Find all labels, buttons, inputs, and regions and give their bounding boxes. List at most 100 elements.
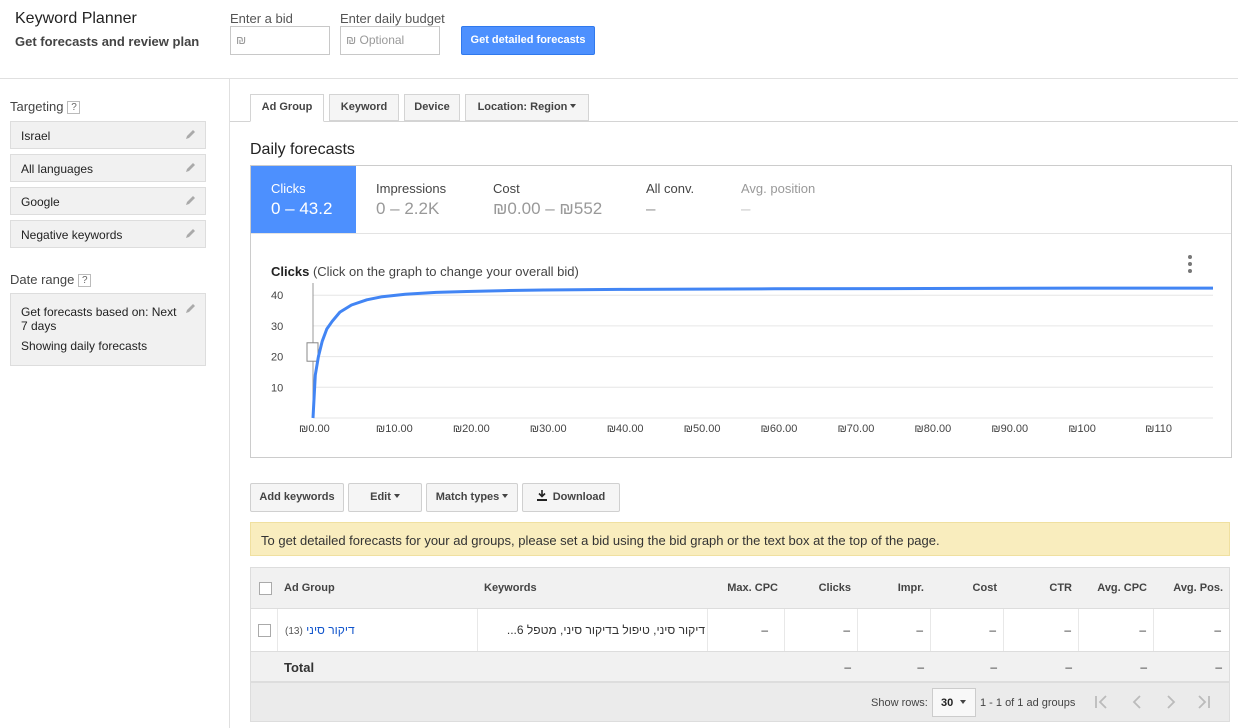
first-page-icon[interactable] (1093, 694, 1109, 710)
targeting-label: Targeting (10, 99, 64, 114)
y-tick-label: 10 (271, 382, 283, 394)
forecast-panel: Clicks 0 – 43.2 Impressions 0 – 2.2K Cos… (250, 165, 1232, 458)
rows-per-page-select[interactable]: 30 (932, 688, 976, 717)
row-checkbox[interactable] (258, 624, 271, 637)
total-avg-cpc: – (1140, 660, 1147, 674)
select-all-checkbox[interactable] (259, 582, 272, 595)
metric-impressions[interactable]: Impressions 0 – 2.2K (356, 166, 473, 233)
y-tick-label: 40 (271, 290, 283, 302)
table-row: דיקור סיני (13) דיקור סיני, טיפול בדיקור… (250, 609, 1230, 651)
metric-all-conv[interactable]: All conv. – (626, 166, 721, 233)
notice-banner: To get detailed forecasts for your ad gr… (250, 522, 1230, 556)
pencil-icon[interactable] (185, 227, 197, 239)
x-tick-label: ₪20.00 (453, 423, 490, 435)
total-clicks: – (844, 660, 851, 674)
app-subtitle: Get forecasts and review plan (15, 34, 200, 49)
metric-row: Clicks 0 – 43.2 Impressions 0 – 2.2K Cos… (251, 166, 1231, 234)
column-header-ad-group[interactable]: Ad Group (284, 582, 335, 594)
x-tick-label: ₪10.00 (376, 423, 413, 435)
pencil-icon[interactable] (185, 128, 197, 140)
download-icon (536, 490, 547, 501)
metric-value: ₪0.00 – ₪552 (493, 199, 603, 218)
x-tick-label: ₪90.00 (991, 423, 1028, 435)
edit-label: Edit (370, 491, 391, 503)
chart-title-metric: Clicks (271, 264, 310, 279)
column-header-keywords[interactable]: Keywords (484, 582, 537, 594)
total-row: Total – – – – – – (250, 651, 1230, 682)
metric-label: Avg. position (741, 181, 816, 196)
ad-group-link[interactable]: דיקור סיני (306, 623, 354, 637)
column-divider (277, 609, 278, 651)
ad-group-count: (13) (285, 626, 303, 637)
match-types-button[interactable]: Match types (426, 483, 518, 512)
metric-label: Clicks (271, 181, 306, 196)
metric-cost[interactable]: Cost ₪0.00 – ₪552 (473, 166, 626, 233)
date-range-box[interactable]: Get forecasts based on: Next 7 days Show… (10, 293, 206, 366)
column-header-ctr[interactable]: CTR (1049, 582, 1072, 594)
x-tick-label: ₪70.00 (837, 423, 874, 435)
column-divider (857, 609, 858, 651)
column-header-clicks[interactable]: Clicks (819, 582, 851, 594)
pencil-icon[interactable] (185, 194, 197, 206)
column-divider (1003, 609, 1004, 651)
targeting-item-label: Israel (21, 129, 51, 143)
avg-cpc-cell: – (1139, 623, 1146, 637)
bid-label: Enter a bid (230, 11, 293, 26)
budget-label: Enter daily budget (340, 11, 445, 26)
page-range: 1 - 1 of 1 ad groups (980, 697, 1076, 709)
bid-input[interactable]: ₪ (230, 26, 330, 55)
date-range-mode: Showing daily forecasts (21, 339, 148, 353)
metric-avg-position[interactable]: Avg. position – (721, 166, 851, 233)
bid-chart[interactable]: 10 20 30 40 ₪0.00 ₪10.00 ₪20.00 ₪30.00 ₪40.00 ₪50… (251, 281, 1231, 456)
column-divider (1078, 609, 1079, 651)
metric-value: 0 – 43.2 (271, 199, 333, 218)
pencil-icon[interactable] (185, 302, 197, 314)
targeting-item-network[interactable]: Google (10, 187, 206, 215)
pencil-icon[interactable] (185, 161, 197, 173)
targeting-item-negative-keywords[interactable]: Negative keywords (10, 220, 206, 248)
metric-value: – (741, 199, 751, 218)
column-header-impr[interactable]: Impr. (898, 582, 924, 594)
impr-cell: – (916, 623, 923, 637)
column-header-avg-cpc[interactable]: Avg. CPC (1097, 582, 1147, 594)
targeting-item-language[interactable]: All languages (10, 154, 206, 182)
clicks-series-line (311, 286, 1213, 419)
edit-button[interactable]: Edit (348, 483, 422, 512)
total-avg-pos: – (1215, 660, 1222, 674)
targeting-item-label: All languages (21, 162, 94, 176)
max-cpc-cell[interactable]: – (761, 623, 768, 637)
column-divider (1153, 609, 1154, 651)
column-divider (784, 609, 785, 651)
column-divider (477, 609, 478, 651)
column-header-cost[interactable]: Cost (973, 582, 997, 594)
metric-clicks[interactable]: Clicks 0 – 43.2 (251, 166, 356, 233)
tab-label: Location: Region (477, 101, 568, 113)
tab-keyword[interactable]: Keyword (329, 94, 399, 121)
more-options-icon[interactable] (1188, 255, 1192, 276)
metric-label: Impressions (376, 181, 447, 196)
column-header-max-cpc[interactable]: Max. CPC (727, 582, 778, 594)
download-button[interactable]: Download (522, 483, 620, 512)
targeting-item-location[interactable]: Israel (10, 121, 206, 149)
last-page-icon[interactable] (1196, 694, 1212, 710)
add-keywords-button[interactable]: Add keywords (250, 483, 344, 512)
x-tick-label: ₪50.00 (684, 423, 721, 435)
date-range-section-label: Date range? (10, 272, 92, 287)
next-page-icon[interactable] (1163, 694, 1179, 710)
tab-location-region[interactable]: Location: Region (465, 94, 589, 121)
ctr-cell: – (1064, 623, 1071, 637)
column-header-avg-pos[interactable]: Avg. Pos. (1173, 582, 1223, 594)
tab-ad-group[interactable]: Ad Group (250, 94, 324, 122)
help-icon[interactable]: ? (67, 101, 81, 114)
show-rows-label: Show rows: (871, 697, 928, 709)
budget-input[interactable]: ₪ Optional (340, 26, 440, 55)
get-detailed-forecasts-button[interactable]: Get detailed forecasts (461, 26, 595, 55)
tab-device[interactable]: Device (404, 94, 460, 121)
total-label: Total (284, 660, 315, 675)
previous-page-icon[interactable] (1129, 694, 1145, 710)
targeting-item-label: Google (21, 195, 60, 209)
keywords-cell: דיקור סיני, טיפול בדיקור סיני, מטפל 6... (506, 623, 705, 637)
table-header: Ad Group Keywords Max. CPC Clicks Impr. … (250, 567, 1230, 609)
help-icon[interactable]: ? (78, 274, 92, 287)
x-tick-label: ₪80.00 (914, 423, 951, 435)
